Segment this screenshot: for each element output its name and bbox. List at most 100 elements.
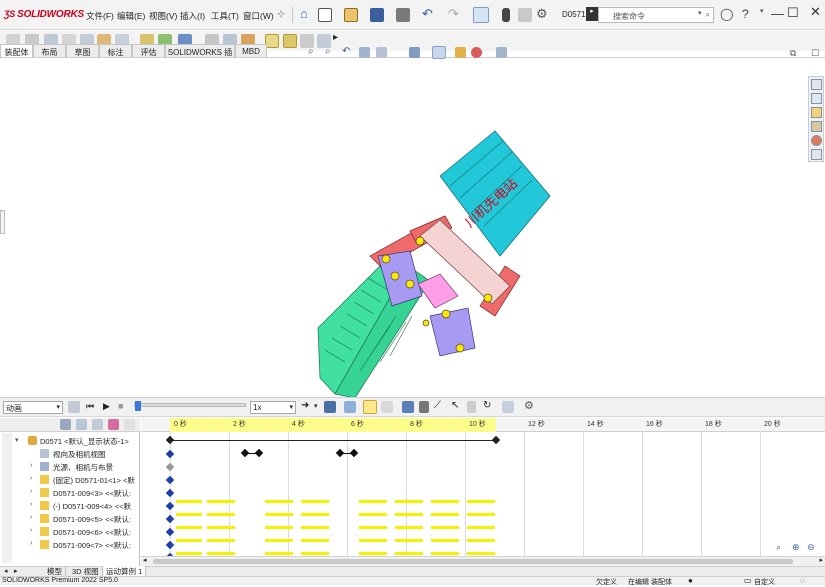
change-bar[interactable] xyxy=(359,513,387,516)
timeline-ruler[interactable]: 0 秒 2 秒 4 秒 6 秒 8 秒 10 秒 12 秒 14 秒 16 秒 … xyxy=(141,418,825,432)
file-explorer-icon[interactable] xyxy=(811,107,822,118)
filter-animated-icon[interactable] xyxy=(76,419,87,430)
search-icon[interactable]: ⌕ xyxy=(706,10,710,20)
more-tools-arrow-icon[interactable]: ▸ xyxy=(333,32,338,43)
expand-icon[interactable]: › xyxy=(30,540,36,547)
force-icon[interactable]: ↖ xyxy=(451,400,459,411)
key-point[interactable] xyxy=(335,448,345,458)
zoom-to-fit-icon[interactable]: ⌕ xyxy=(776,542,781,553)
change-bar[interactable] xyxy=(207,513,235,516)
change-bar[interactable] xyxy=(395,500,423,503)
graphics-area[interactable]: ⌕ ⌕ ↶ ⧉ ☐ 川机先电站 xyxy=(0,46,825,399)
results-and-plots-icon[interactable] xyxy=(502,401,514,413)
menu-file[interactable]: 文件(F) xyxy=(86,10,114,22)
change-bar[interactable] xyxy=(176,513,202,516)
list-item[interactable]: › (固定) D0571-01<1> <默 xyxy=(0,473,140,486)
change-bar[interactable] xyxy=(431,526,459,529)
change-bar[interactable] xyxy=(176,552,202,555)
select-cursor-icon[interactable] xyxy=(473,7,489,23)
solidworks-logo[interactable]: ƷS SOLIDWORKS xyxy=(4,9,84,20)
key-point[interactable] xyxy=(349,448,359,458)
change-bar[interactable] xyxy=(431,552,459,555)
time-slider[interactable] xyxy=(134,401,246,411)
key-point[interactable] xyxy=(165,475,175,485)
damper-icon[interactable]: ⟋ xyxy=(434,400,441,411)
list-item[interactable]: › D0571-009<5> <<默认: xyxy=(0,512,140,525)
key-point[interactable] xyxy=(491,435,501,445)
list-item[interactable]: › D0571-009<7> <<默认: xyxy=(0,538,140,551)
key-point[interactable] xyxy=(240,448,250,458)
list-item[interactable]: › D0571-009<3> <<默认: xyxy=(0,486,140,499)
change-bar[interactable] xyxy=(301,552,329,555)
tab-solidworks-addins[interactable]: SOLIDWORKS 插件 xyxy=(165,44,235,68)
pin-icon[interactable]: ⊹ xyxy=(277,9,285,20)
rebuild-icon[interactable] xyxy=(518,8,532,22)
change-bar[interactable] xyxy=(265,513,293,516)
change-bar[interactable] xyxy=(301,526,329,529)
menu-view[interactable]: 视图(V) xyxy=(149,10,177,22)
filter-results-icon[interactable] xyxy=(124,419,135,430)
motor-icon[interactable] xyxy=(402,401,414,413)
save-icon[interactable] xyxy=(370,8,384,22)
motion-study-properties-icon[interactable]: ⚙ xyxy=(524,399,534,412)
menu-window[interactable]: 窗口(W) xyxy=(243,10,274,22)
change-bar[interactable] xyxy=(467,513,495,516)
menu-insert[interactable]: 插入(I) xyxy=(180,10,205,22)
change-bar[interactable] xyxy=(207,526,235,529)
key-point[interactable] xyxy=(165,488,175,498)
expand-icon[interactable]: › xyxy=(30,475,36,482)
change-bar[interactable] xyxy=(395,513,423,516)
tab-layout[interactable]: 布局 xyxy=(33,44,66,57)
time-slider-thumb[interactable] xyxy=(135,401,141,411)
hide-show-items-icon[interactable] xyxy=(455,47,466,58)
expand-icon[interactable]: › xyxy=(30,501,36,508)
expand-icon[interactable]: › xyxy=(30,514,36,521)
play-from-start-icon[interactable]: ⏮ xyxy=(86,401,94,412)
filter-driving-icon[interactable] xyxy=(92,419,103,430)
key-point[interactable] xyxy=(165,540,175,550)
zoom-in-icon[interactable]: ⊕ xyxy=(792,542,800,553)
custom-properties-icon[interactable] xyxy=(811,149,822,160)
zoom-to-fit-icon[interactable]: ⌕ xyxy=(308,46,314,57)
search-dropdown-icon[interactable]: ▾ xyxy=(698,9,702,17)
save-animation-icon[interactable] xyxy=(324,401,336,413)
new-document-icon[interactable] xyxy=(318,8,332,22)
add-key-icon[interactable] xyxy=(381,401,393,413)
zoom-area-icon[interactable]: ⌕ xyxy=(325,46,331,57)
panel-collapse-handle[interactable] xyxy=(0,210,5,234)
menu-tools[interactable]: 工具(T) xyxy=(211,10,239,22)
user-account-icon[interactable]: ◯ xyxy=(720,7,733,21)
redo-icon[interactable]: ↷ xyxy=(448,6,459,22)
change-bar[interactable] xyxy=(431,500,459,503)
autokey-icon[interactable] xyxy=(363,400,377,414)
change-bar[interactable] xyxy=(467,552,495,555)
quick-tips-icon[interactable]: ▭ xyxy=(744,576,752,585)
view-settings-icon[interactable] xyxy=(496,47,507,58)
play-icon[interactable]: ▶ xyxy=(103,401,110,412)
appearances-icon[interactable] xyxy=(811,135,822,146)
root-time-bar[interactable] xyxy=(170,440,496,441)
scrollbar-thumb[interactable] xyxy=(153,559,793,564)
change-bar[interactable] xyxy=(395,539,423,542)
tab-model[interactable]: 模型 xyxy=(44,566,66,576)
change-bar[interactable] xyxy=(301,539,329,542)
dynamic-annotation-icon[interactable] xyxy=(376,47,387,58)
change-bar[interactable] xyxy=(467,500,495,503)
tab-evaluate[interactable]: 评估 xyxy=(132,44,165,57)
change-bar[interactable] xyxy=(359,552,387,555)
print-icon[interactable] xyxy=(396,8,410,22)
change-bar[interactable] xyxy=(301,500,329,503)
change-bar[interactable] xyxy=(176,526,202,529)
take-snapshot-icon[interactable] xyxy=(283,34,297,48)
gripper-3d-model[interactable]: 川机先电站 xyxy=(300,116,555,401)
minimize-button[interactable]: — xyxy=(771,6,784,21)
rebuild-status-icon[interactable]: ● xyxy=(688,576,693,585)
playback-speed-select[interactable]: 1x ▾ xyxy=(250,401,296,414)
motion-timeline[interactable]: 0 秒 2 秒 4 秒 6 秒 8 秒 10 秒 12 秒 14 秒 16 秒 … xyxy=(141,418,825,566)
change-bar[interactable] xyxy=(431,539,459,542)
change-bar[interactable] xyxy=(176,500,202,503)
design-library-icon[interactable] xyxy=(811,93,822,104)
maximize-button[interactable]: ☐ xyxy=(787,5,799,21)
timeline-horizontal-scrollbar[interactable]: ◂ ▸ xyxy=(141,556,825,566)
calculate-icon[interactable] xyxy=(68,401,80,413)
